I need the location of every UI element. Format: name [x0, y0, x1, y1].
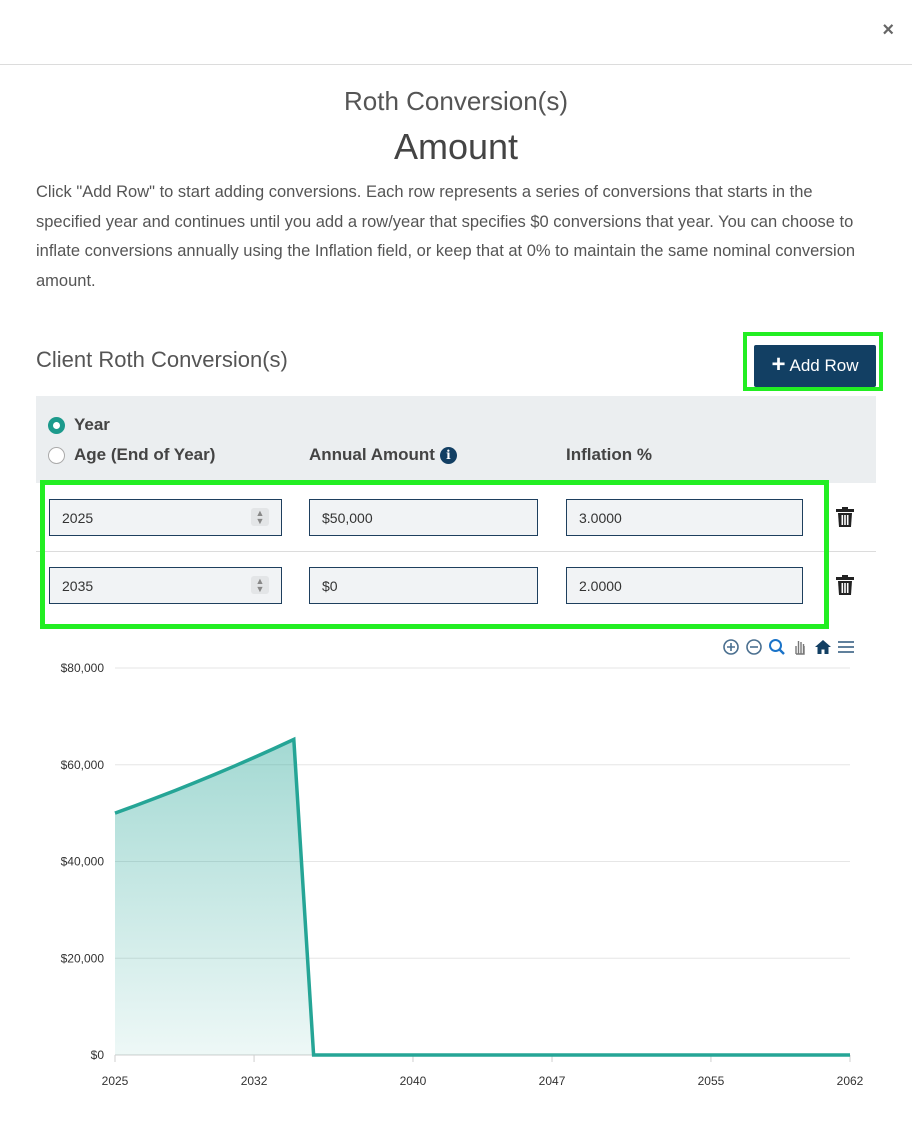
chart-toolbar: [722, 638, 855, 656]
selection-zoom-icon[interactable]: [768, 638, 786, 656]
y-tick-label: $20,000: [61, 951, 105, 965]
section-title: Client Roth Conversion(s): [36, 347, 288, 372]
inflation-value: 2.0000: [579, 577, 622, 594]
radio-year-button[interactable]: [48, 416, 65, 434]
inflation-input[interactable]: 2.0000: [566, 567, 803, 604]
add-row-label: Add Row: [789, 356, 859, 375]
radio-year[interactable]: Year: [48, 415, 110, 435]
series-line: [114, 736, 850, 1057]
area-fill: [115, 739, 850, 1055]
trash-icon[interactable]: [836, 507, 854, 527]
x-tick-label: 2032: [241, 1074, 268, 1088]
inflation-input[interactable]: 3.0000: [566, 499, 803, 536]
add-row-button[interactable]: + Add Row: [754, 345, 876, 387]
close-icon[interactable]: ×: [882, 20, 894, 40]
year-input[interactable]: 2035 ▲ ▼: [49, 567, 282, 604]
modal-title: Amount: [393, 126, 519, 167]
column-inflation-label: Inflation %: [566, 445, 652, 464]
column-header-inflation: Inflation %: [566, 445, 652, 465]
info-icon[interactable]: i: [439, 446, 457, 464]
pan-hand-icon[interactable]: [791, 638, 809, 656]
x-tick-label: 2062: [837, 1074, 864, 1088]
zoom-in-icon[interactable]: [722, 638, 740, 656]
modal-subtitle: Roth Conversion(s): [344, 86, 568, 116]
table-row: 2035 ▲ ▼ $0 2.0000: [36, 551, 876, 619]
radio-age-label: Age (End of Year): [74, 445, 216, 464]
radio-year-label: Year: [74, 415, 110, 434]
year-stepper[interactable]: ▲ ▼: [251, 508, 269, 526]
amount-value: $0: [322, 577, 338, 594]
x-tick-label: 2040: [400, 1074, 427, 1088]
amount-input[interactable]: $50,000: [309, 499, 538, 536]
table-row: 2025 ▲ ▼ $50,000 3.0000: [36, 483, 876, 551]
zoom-out-icon[interactable]: [745, 638, 763, 656]
y-tick-label: $60,000: [61, 758, 105, 772]
column-header-amount: Annual Amount i: [309, 445, 457, 465]
radio-age[interactable]: Age (End of Year): [48, 445, 215, 465]
menu-icon[interactable]: [837, 638, 855, 656]
year-value: 2025: [62, 509, 94, 526]
amount-input[interactable]: $0: [309, 567, 538, 604]
x-tick-label: 2025: [102, 1074, 129, 1088]
year-input[interactable]: 2025 ▲ ▼: [49, 499, 282, 536]
plus-icon: +: [771, 351, 786, 378]
y-tick-label: $40,000: [61, 855, 105, 869]
year-value: 2035: [62, 577, 94, 594]
column-amount-label: Annual Amount: [309, 445, 435, 464]
radio-age-button[interactable]: [48, 446, 65, 464]
header-divider: [0, 64, 912, 65]
x-tick-label: 2055: [698, 1074, 725, 1088]
y-tick-label: $0: [91, 1048, 105, 1062]
year-stepper[interactable]: ▲ ▼: [251, 576, 269, 594]
instructions-text: Click "Add Row" to start adding conversi…: [36, 183, 856, 290]
y-tick-label: $80,000: [61, 661, 105, 675]
table-header: Year Age (End of Year) Annual Amount i I…: [36, 396, 876, 483]
home-reset-icon[interactable]: [814, 638, 832, 656]
trash-icon[interactable]: [836, 575, 854, 595]
x-tick-label: 2047: [539, 1074, 566, 1088]
amount-value: $50,000: [322, 509, 373, 526]
inflation-value: 3.0000: [579, 509, 622, 526]
